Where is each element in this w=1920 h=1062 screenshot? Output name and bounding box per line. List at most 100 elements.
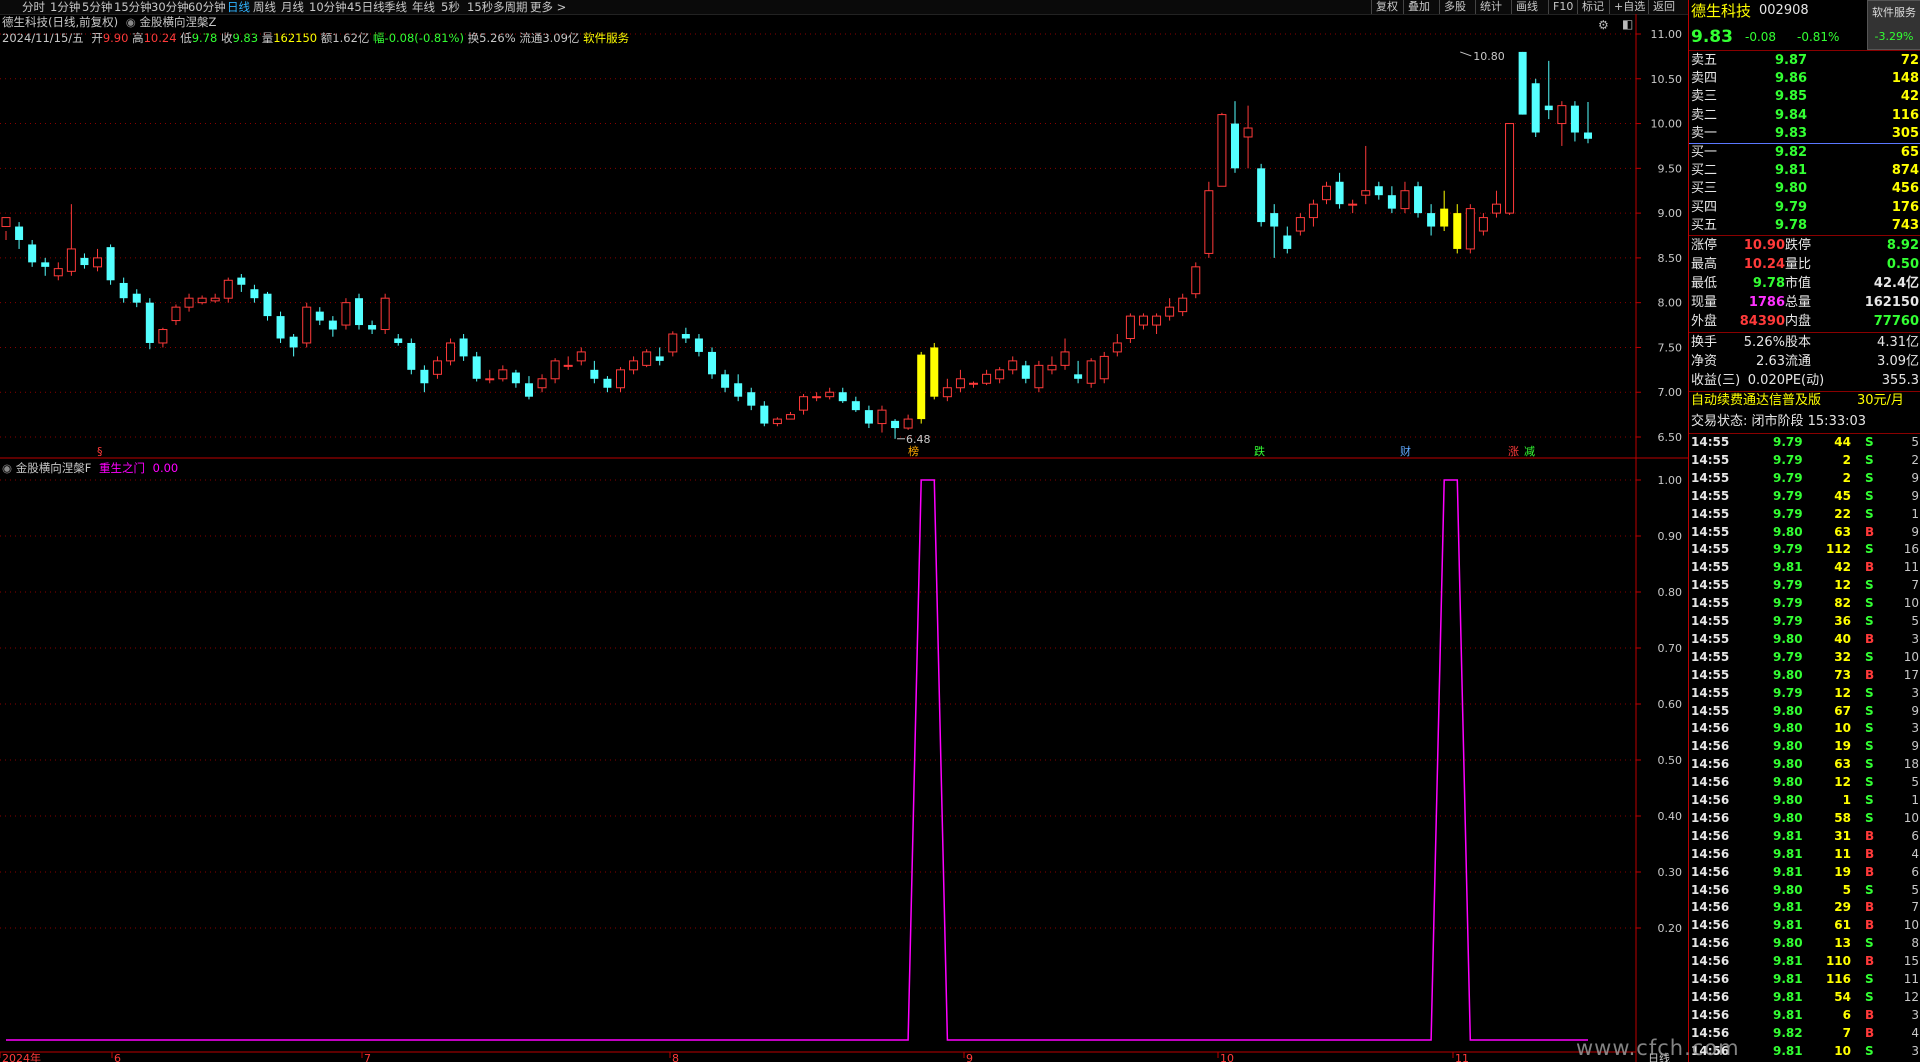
sub-axis-label: 1.00 <box>1658 474 1683 487</box>
candle-body <box>1204 190 1214 254</box>
candle-body <box>1021 365 1030 379</box>
tick-price: 9.81 <box>1773 972 1803 986</box>
order-book-row[interactable]: 买四 9.79 176 <box>1689 199 1920 217</box>
tick-side: B <box>1865 524 1875 539</box>
tick-side: B <box>1865 631 1875 646</box>
tick-time: 14:55 <box>1691 506 1730 521</box>
tick-count: 5 <box>1911 435 1919 449</box>
tick-side: S <box>1865 793 1874 807</box>
tick-price: 9.80 <box>1773 721 1803 736</box>
price-row: 9.83 -0.08 -0.81% <box>1689 26 1920 48</box>
tick-count: 17 <box>1903 667 1919 682</box>
tick-side: S <box>1865 542 1874 557</box>
candle-body <box>132 293 141 303</box>
order-book-row[interactable]: 卖一 9.83 305 <box>1689 125 1920 143</box>
candle-body <box>1283 235 1292 249</box>
candle-body <box>1387 195 1396 209</box>
candle-body <box>210 297 220 302</box>
candle-body <box>891 420 900 429</box>
order-book-row[interactable]: 卖二 9.84 116 <box>1689 107 1920 125</box>
level-label: 买三 <box>1691 181 1718 197</box>
tick-volume: 13 <box>1834 936 1851 951</box>
candle-body <box>1112 342 1122 353</box>
candle-body <box>66 248 76 272</box>
order-book-row[interactable]: 买一 9.82 65 <box>1689 144 1920 162</box>
stat-label: 股本 <box>1785 335 1812 350</box>
candle-body <box>420 369 429 384</box>
candle-body <box>825 391 835 398</box>
order-book-row[interactable]: 买三 9.80 456 <box>1689 180 1920 198</box>
order-book-row[interactable]: 买二 9.81 874 <box>1689 162 1920 180</box>
tick-count: 11 <box>1903 560 1919 575</box>
tick-price: 9.81 <box>1773 1043 1803 1058</box>
tick-time: 14:56 <box>1691 828 1730 843</box>
candle-body <box>328 320 337 330</box>
tick-side: B <box>1865 900 1875 915</box>
price-axis-label: 9.50 <box>1658 162 1683 175</box>
candle-body <box>407 342 416 370</box>
promo-text[interactable]: 自动续费通达信普及版 <box>1691 392 1821 410</box>
status-row: 交易状态: 闭市阶段 15:33:03 <box>1689 413 1920 431</box>
price-change: -0.08 <box>1745 30 1777 44</box>
tick-count: 12 <box>1903 989 1919 1004</box>
candle-body <box>1308 203 1318 219</box>
tick-volume: 110 <box>1825 954 1851 969</box>
level-price: 9.78 <box>1775 217 1808 233</box>
candle-body <box>1034 364 1044 389</box>
stat-label: 外盘 <box>1691 314 1718 329</box>
tick-price: 9.81 <box>1773 560 1803 575</box>
tick-row: 14:56 9.80 5 S 5 <box>1689 883 1920 898</box>
order-book-row[interactable]: 买五 9.78 743 <box>1689 217 1920 235</box>
candle-body <box>28 244 37 263</box>
stat-row: 外盘 84390 内盘 77760 <box>1689 313 1920 331</box>
tick-time: 14:55 <box>1691 596 1730 611</box>
tick-row: 14:55 9.79 45 S 9 <box>1689 489 1920 504</box>
order-book-row[interactable]: 卖三 9.85 42 <box>1689 88 1920 106</box>
time-axis-label: 11 <box>1455 1052 1469 1062</box>
level-price: 9.84 <box>1775 107 1808 123</box>
candle-body <box>1152 315 1162 326</box>
tick-side: S <box>1865 882 1874 897</box>
price-axis-label: 8.00 <box>1658 297 1683 310</box>
promo-price[interactable]: 30元/月 <box>1857 392 1904 410</box>
tick-side: S <box>1865 775 1874 790</box>
tick-time: 14:55 <box>1691 685 1730 700</box>
tick-price: 9.80 <box>1773 739 1803 754</box>
tick-row: 14:56 9.81 116 S 11 <box>1689 972 1920 987</box>
tick-row: 14:56 9.81 19 B 6 <box>1689 865 1920 880</box>
tick-count: 9 <box>1911 703 1919 718</box>
tick-price: 9.80 <box>1773 882 1803 897</box>
candle-body <box>289 336 298 348</box>
tick-volume: 11 <box>1834 846 1851 861</box>
tick-count: 7 <box>1911 578 1919 593</box>
tick-count: 8 <box>1911 936 1919 951</box>
order-book-row[interactable]: 卖五 9.87 72 <box>1689 52 1920 70</box>
event-mark: 财 <box>1400 444 1411 458</box>
candle-body <box>694 338 703 352</box>
tick-volume: 67 <box>1834 703 1851 718</box>
candle-body <box>799 396 809 411</box>
candle-body <box>93 257 103 268</box>
tick-volume: 12 <box>1834 685 1851 700</box>
tick-time: 14:56 <box>1691 721 1730 736</box>
tick-time: 14:56 <box>1691 757 1730 772</box>
tick-price: 9.81 <box>1773 900 1803 915</box>
promo-row[interactable]: 自动续费通达信普及版 30元/月 <box>1689 392 1920 410</box>
tick-row: 14:56 9.81 11 B 4 <box>1689 847 1920 862</box>
tick-row: 14:55 9.79 112 S 16 <box>1689 542 1920 557</box>
level-label: 买一 <box>1691 145 1718 160</box>
candle-body <box>590 369 599 379</box>
candle-body <box>302 306 312 344</box>
candle-body <box>851 401 860 411</box>
kline-chart[interactable]: 11.00 10.50 10.00 9.50 9.00 8.50 8.00 7.50 7.00 6… <box>0 0 1688 1062</box>
order-book-row[interactable]: 卖四 9.86 148 <box>1689 70 1920 88</box>
time-axis-label: 7 <box>364 1052 371 1062</box>
tick-volume: 12 <box>1834 578 1851 593</box>
tick-row: 14:55 9.80 73 B 17 <box>1689 668 1920 683</box>
tick-side: S <box>1865 972 1874 986</box>
tick-row: 14:56 9.80 1 S 1 <box>1689 793 1920 808</box>
candle-body <box>1505 123 1515 214</box>
price-axis-label: 7.50 <box>1658 341 1683 354</box>
tick-time: 14:55 <box>1691 488 1730 503</box>
level-price: 9.85 <box>1775 89 1808 105</box>
